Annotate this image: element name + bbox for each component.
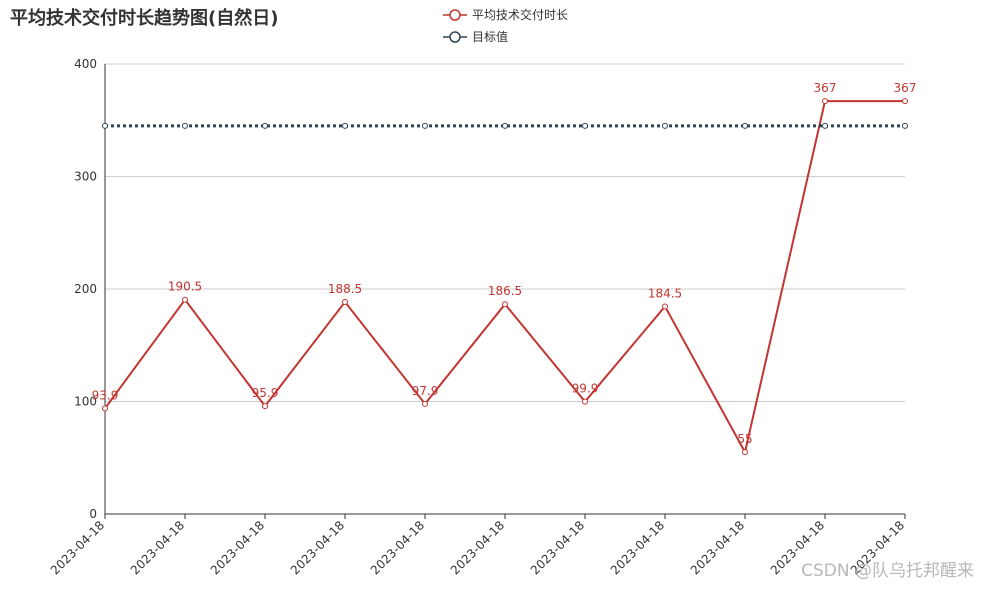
watermark: CSDN @队乌托邦醒来 <box>801 561 974 581</box>
data-label: 188.5 <box>328 282 362 296</box>
data-point-target[interactable] <box>822 122 828 129</box>
data-label: 367 <box>814 81 837 95</box>
data-point-avg-delivery[interactable] <box>582 398 588 405</box>
chart-title: 平均技术交付时长趋势图(自然日) <box>10 7 278 29</box>
x-tick-label: 2023-04-18 <box>48 518 107 577</box>
x-tick-label: 2023-04-18 <box>208 518 267 577</box>
data-label: 55 <box>737 432 752 446</box>
data-point-avg-delivery[interactable] <box>742 449 748 456</box>
x-tick-label: 2023-04-18 <box>688 518 747 577</box>
data-label: 93.9 <box>92 388 119 402</box>
data-point-avg-delivery[interactable] <box>262 403 268 410</box>
legend-item-avg-delivery[interactable]: 平均技术交付时长 <box>443 7 568 22</box>
data-label: 184.5 <box>648 286 682 300</box>
x-tick-label: 2023-04-18 <box>448 518 507 577</box>
chart: 平均技术交付时长趋势图(自然日) 平均技术交付时长 目标值 0100200300… <box>10 7 917 577</box>
y-tick-label: 400 <box>74 57 97 71</box>
data-label: 95.9 <box>252 386 279 400</box>
data-label: 190.5 <box>168 280 202 294</box>
x-tick-label: 2023-04-18 <box>368 518 427 577</box>
data-point-avg-delivery[interactable] <box>902 98 908 105</box>
data-label: 367 <box>894 81 917 95</box>
data-label: 97.9 <box>412 384 439 398</box>
legend[interactable]: 平均技术交付时长 目标值 <box>443 7 568 44</box>
data-point-target[interactable] <box>422 122 428 129</box>
data-point-target[interactable] <box>342 122 348 129</box>
data-point-target[interactable] <box>662 122 668 129</box>
axis-layer: 01002003004002023-04-18 2023-04-18 2023-04… <box>48 57 907 577</box>
series-line-avg-delivery <box>104 100 905 454</box>
data-point-avg-delivery[interactable] <box>822 98 828 105</box>
data-point-avg-delivery[interactable] <box>502 301 508 308</box>
legend-marker-target <box>449 31 461 43</box>
data-point-target[interactable] <box>262 122 268 129</box>
legend-label-avg-delivery: 平均技术交付时长 <box>472 7 568 22</box>
data-point-target[interactable] <box>182 122 188 129</box>
data-point-target[interactable] <box>502 122 508 129</box>
legend-item-target[interactable]: 目标值 <box>443 29 508 44</box>
y-tick-label: 300 <box>74 170 97 184</box>
data-point-avg-delivery[interactable] <box>342 298 348 305</box>
data-label: 99.9 <box>572 382 599 396</box>
data-point-target[interactable] <box>582 122 588 129</box>
x-tick-label: 2023-04-18 <box>608 518 667 577</box>
x-tick-label: 2023-04-18 <box>288 518 347 577</box>
data-point-target[interactable] <box>102 122 108 129</box>
x-tick-label: 2023-04-18 <box>528 518 587 577</box>
legend-label-target: 目标值 <box>472 29 508 44</box>
data-point-target[interactable] <box>742 122 748 129</box>
legend-marker-avg-delivery <box>449 9 461 21</box>
x-tick-label: 2023-04-18 <box>128 518 187 577</box>
data-label-layer: 93.9 190.5 95.9 188.5 97.9 186.5 99.9 184.5 55 36… <box>92 81 917 446</box>
data-label: 186.5 <box>488 284 522 298</box>
data-point-target[interactable] <box>902 122 908 129</box>
data-point-avg-delivery[interactable] <box>422 400 428 407</box>
grid-layer <box>105 63 905 402</box>
data-point-avg-delivery[interactable] <box>182 296 188 303</box>
data-point-avg-delivery[interactable] <box>662 303 668 310</box>
y-tick-label: 200 <box>74 282 97 296</box>
data-point-avg-delivery[interactable] <box>102 405 108 412</box>
